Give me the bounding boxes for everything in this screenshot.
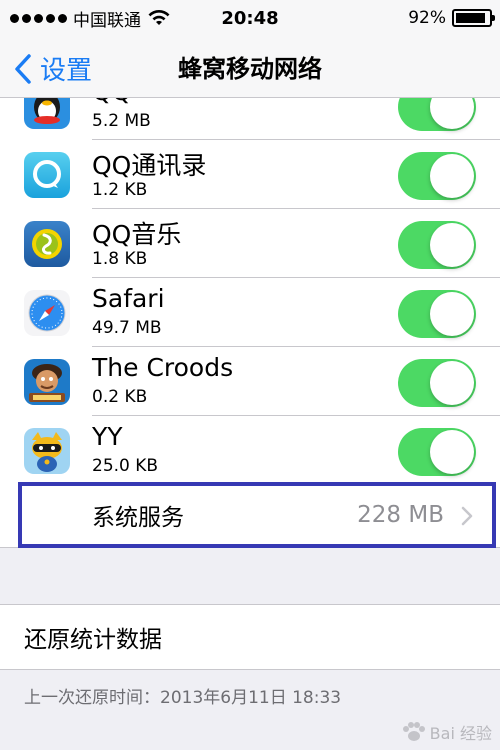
app-name: The Croods [92,353,234,382]
carrier-name: 中国联通 [73,10,141,31]
navigation-bar: 设置 蜂窝移动网络 [0,36,500,98]
qq-cellular-toggle[interactable] [398,98,476,131]
croods-icon [24,359,70,405]
list-item-qq: QQ 5.2 MB [0,98,500,140]
app-name: Safari [92,284,165,313]
system-services-label: 系统服务 [92,505,184,531]
battery-icon [452,9,495,27]
chevron-right-icon [461,506,473,526]
app-data-size: 0.2 KB [92,387,148,407]
chevron-left-icon [15,53,31,84]
paw-icon [402,722,425,741]
status-bar: 中国联通 20:48 92% [0,0,500,36]
status-right: 92% [408,8,495,28]
list-item-the-croods: The Croods 0.2 KB [0,347,500,416]
battery-fill [456,13,486,23]
qq-contacts-cellular-toggle[interactable] [398,152,476,200]
the-croods-cellular-toggle[interactable] [398,359,476,407]
signal-strength-icon [10,13,67,23]
watermark-text: Bai 经验 [429,724,492,743]
toggle-knob [430,223,474,267]
app-list: QQ 5.2 MB QQ通讯录 1.2 KB [0,98,500,548]
list-item-yy: YY 25.0 KB [0,416,500,485]
list-item-qq-contacts: QQ通讯录 1.2 KB [0,140,500,209]
list-item-qq-music: QQ音乐 1.8 KB [0,209,500,278]
back-button-label: 设置 [40,56,93,86]
toggle-knob [430,98,474,129]
app-data-size: 1.8 KB [92,249,148,269]
toggle-knob [430,430,474,474]
toggle-knob [430,292,474,336]
battery-percent: 92% [408,8,446,28]
qq-music-icon [24,221,70,267]
watermark: Bai 经验 [400,720,492,744]
system-services-row[interactable]: 系统服务 228 MB [18,482,496,548]
app-name: QQ音乐 [92,220,182,249]
app-data-size: 49.7 MB [92,318,162,338]
app-name: QQ [92,98,131,106]
app-data-size: 5.2 MB [92,111,151,131]
app-data-size: 25.0 KB [92,456,159,476]
safari-cellular-toggle[interactable] [398,290,476,338]
app-name: YY [92,422,123,451]
app-data-size: 1.2 KB [92,180,148,200]
back-button[interactable]: 设置 [12,50,92,87]
yy-cellular-toggle[interactable] [398,428,476,476]
list-item-safari: Safari 49.7 MB [0,278,500,347]
reset-statistics-button[interactable]: 还原统计数据 [0,604,500,670]
wifi-icon [148,10,170,25]
toggle-knob [430,361,474,405]
app-name: QQ通讯录 [92,151,207,180]
last-reset-time: 上一次还原时间：2013年6月11日 18:33 [24,688,342,708]
reset-statistics-label: 还原统计数据 [24,627,162,653]
qq-contacts-icon [24,152,70,198]
yy-icon [24,428,70,474]
status-left: 中国联通 [10,6,171,31]
toggle-knob [430,154,474,198]
qq-penguin-icon [24,98,70,129]
qq-music-cellular-toggle[interactable] [398,221,476,269]
safari-compass-icon [24,290,70,336]
system-services-value: 228 MB [357,502,444,528]
